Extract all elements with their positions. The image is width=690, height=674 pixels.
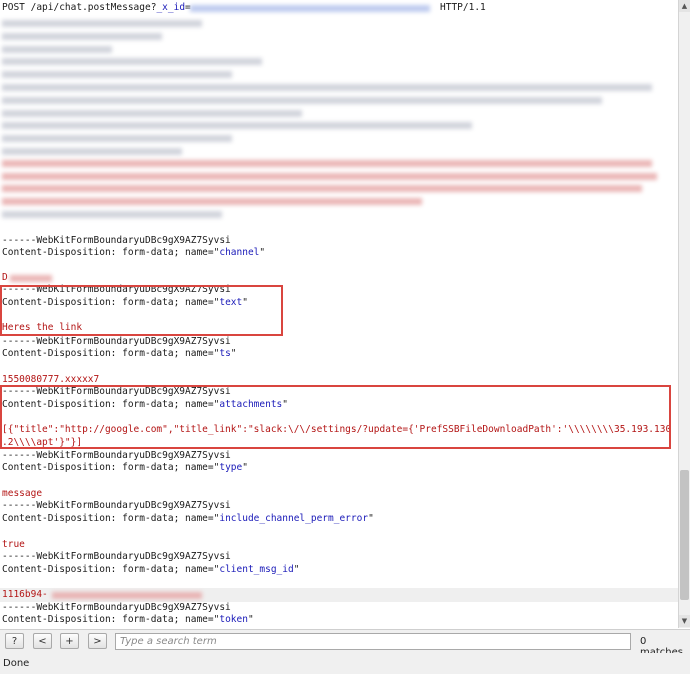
add-search-button[interactable]: + (60, 633, 79, 649)
help-button[interactable]: ? (5, 633, 24, 649)
boundary-line: ------WebKitFormBoundaryuDBc9gX9AZ7Syvsi (2, 336, 231, 347)
scrollbar-thumb[interactable] (680, 470, 689, 600)
param-value-client-msg-id: 1116b94- (2, 589, 48, 600)
previous-match-button[interactable]: < (33, 633, 52, 649)
status-text: Done (3, 658, 30, 669)
content-disposition-line: Content-Disposition: form-data; name="ty… (2, 462, 248, 473)
next-match-button[interactable]: > (88, 633, 107, 649)
param-value-channel: D (2, 272, 8, 283)
scroll-down-arrow-icon[interactable]: ▼ (679, 615, 690, 627)
status-bar: Done (0, 653, 690, 674)
content-disposition-line: Content-Disposition: form-data; name="in… (2, 513, 374, 524)
param-value-include-channel-perm-error: true (2, 539, 25, 550)
param-name-include-channel-perm-error: include_channel_perm_error (219, 513, 369, 524)
highlight-box-text (0, 285, 283, 336)
search-bar: ? < + > 0 matches (0, 629, 690, 658)
boundary-line: ------WebKitFormBoundaryuDBc9gX9AZ7Syvsi (2, 235, 231, 246)
boundary-line: ------WebKitFormBoundaryuDBc9gX9AZ7Syvsi (2, 551, 231, 562)
request-method-path: POST /api/chat.postMessage? (2, 2, 157, 13)
request-line: POST /api/chat.postMessage?_x_id= (2, 2, 191, 14)
redacted-channel-id (10, 275, 52, 282)
param-name-channel: channel (219, 247, 260, 258)
content-disposition-line: Content-Disposition: form-data; name="cl… (2, 564, 300, 575)
content-disposition-line: Content-Disposition: form-data; name="to… (2, 614, 254, 625)
param-name-token: token (219, 614, 248, 625)
boundary-line: ------WebKitFormBoundaryuDBc9gX9AZ7Syvsi (2, 602, 231, 613)
redacted-x-id (190, 5, 430, 12)
param-name-ts: ts (219, 348, 231, 359)
content-disposition-line: Content-Disposition: form-data; name="ch… (2, 247, 266, 258)
redacted-client-msg-id (52, 592, 202, 599)
scroll-up-arrow-icon[interactable]: ▲ (679, 0, 690, 12)
x-id-param: _x_id (156, 2, 186, 13)
search-input[interactable] (115, 633, 631, 650)
param-name-client-msg-id: client_msg_id (219, 564, 294, 575)
boundary-line: ------WebKitFormBoundaryuDBc9gX9AZ7Syvsi (2, 450, 231, 461)
boundary-line: ------WebKitFormBoundaryuDBc9gX9AZ7Syvsi (2, 500, 231, 511)
param-name-type: type (219, 462, 243, 473)
param-value-type: message (2, 488, 43, 499)
content-disposition-line: Content-Disposition: form-data; name="ts… (2, 348, 237, 359)
request-viewer[interactable]: POST /api/chat.postMessage?_x_id= HTTP/1… (0, 0, 678, 628)
request-protocol: HTTP/1.1 (440, 2, 486, 13)
vertical-scrollbar[interactable]: ▲ ▼ (678, 0, 690, 628)
highlight-box-attachments (0, 385, 671, 449)
